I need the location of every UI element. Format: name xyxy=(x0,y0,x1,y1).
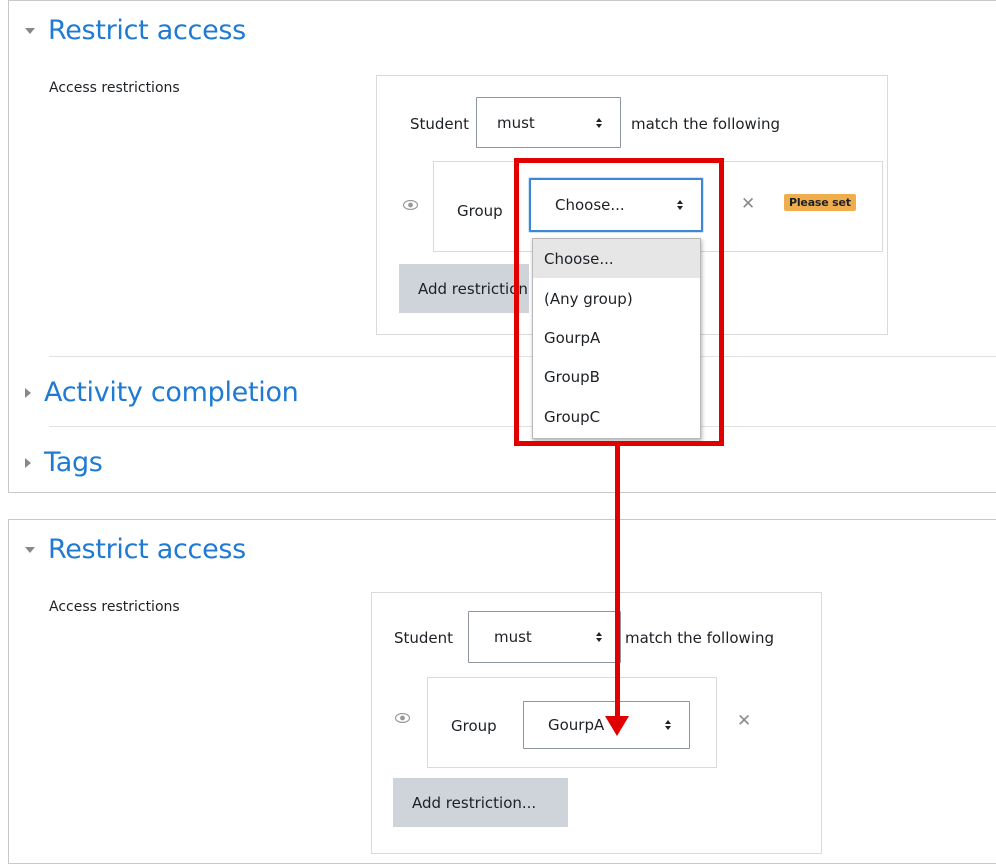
section-title: Restrict access xyxy=(48,15,246,46)
group-select-value: GourpA xyxy=(548,716,605,734)
tags-header[interactable]: Tags xyxy=(25,447,103,478)
select-arrows-icon xyxy=(596,632,602,642)
access-restrictions-label: Access restrictions xyxy=(49,599,180,615)
annotation-arrow-head xyxy=(605,716,629,736)
dropdown-option[interactable]: Choose... xyxy=(533,239,700,278)
must-select[interactable]: must xyxy=(468,611,621,663)
collapse-triangle-icon xyxy=(25,27,35,34)
group-dropdown-list: Choose... (Any group) GourpA GroupB Grou… xyxy=(532,238,701,439)
restrict-access-header[interactable]: Restrict access xyxy=(25,534,246,565)
activity-completion-header[interactable]: Activity completion xyxy=(25,377,299,408)
group-label: Group xyxy=(457,202,503,220)
must-select[interactable]: must xyxy=(476,97,621,148)
divider xyxy=(49,426,996,427)
must-select-value: must xyxy=(497,113,535,132)
group-select[interactable]: Choose... xyxy=(529,178,703,232)
must-select-value: must xyxy=(494,628,532,646)
bottom-settings-panel: Restrict access Access restrictions Stud… xyxy=(8,519,996,864)
match-label: match the following xyxy=(625,629,775,647)
group-select-value: Choose... xyxy=(555,196,625,214)
section-title: Activity completion xyxy=(44,377,299,408)
dropdown-option[interactable]: GroupC xyxy=(533,397,700,436)
add-restriction-button[interactable]: Add restriction... xyxy=(393,778,568,827)
top-settings-panel: Restrict access Access restrictions Stud… xyxy=(8,0,996,493)
please-set-badge: Please set xyxy=(784,194,856,211)
group-label: Group xyxy=(451,717,497,735)
select-arrows-icon xyxy=(677,200,683,210)
section-title: Tags xyxy=(44,447,103,478)
expand-triangle-icon xyxy=(25,387,31,398)
divider xyxy=(49,356,996,357)
restrict-access-header[interactable]: Restrict access xyxy=(25,15,246,46)
student-label: Student xyxy=(394,629,454,647)
dropdown-option[interactable]: GourpA xyxy=(533,318,700,357)
expand-triangle-icon xyxy=(25,457,31,468)
collapse-triangle-icon xyxy=(25,546,35,553)
dropdown-option[interactable]: (Any group) xyxy=(533,279,700,318)
eye-icon[interactable] xyxy=(403,200,418,210)
close-icon[interactable]: ✕ xyxy=(737,711,751,731)
eye-icon[interactable] xyxy=(395,713,410,723)
dropdown-option[interactable]: GroupB xyxy=(533,357,700,396)
section-title: Restrict access xyxy=(48,534,246,565)
select-arrows-icon xyxy=(596,117,602,128)
add-restriction-button[interactable]: Add restriction... xyxy=(399,264,529,313)
add-restriction-label: Add restriction... xyxy=(418,279,529,298)
access-restrictions-label: Access restrictions xyxy=(49,80,180,96)
match-label: match the following xyxy=(631,115,781,133)
annotation-arrow-line xyxy=(615,446,620,719)
add-restriction-label: Add restriction... xyxy=(412,793,537,812)
close-icon[interactable]: ✕ xyxy=(741,194,755,214)
select-arrows-icon xyxy=(665,720,671,730)
student-label: Student xyxy=(410,115,470,133)
